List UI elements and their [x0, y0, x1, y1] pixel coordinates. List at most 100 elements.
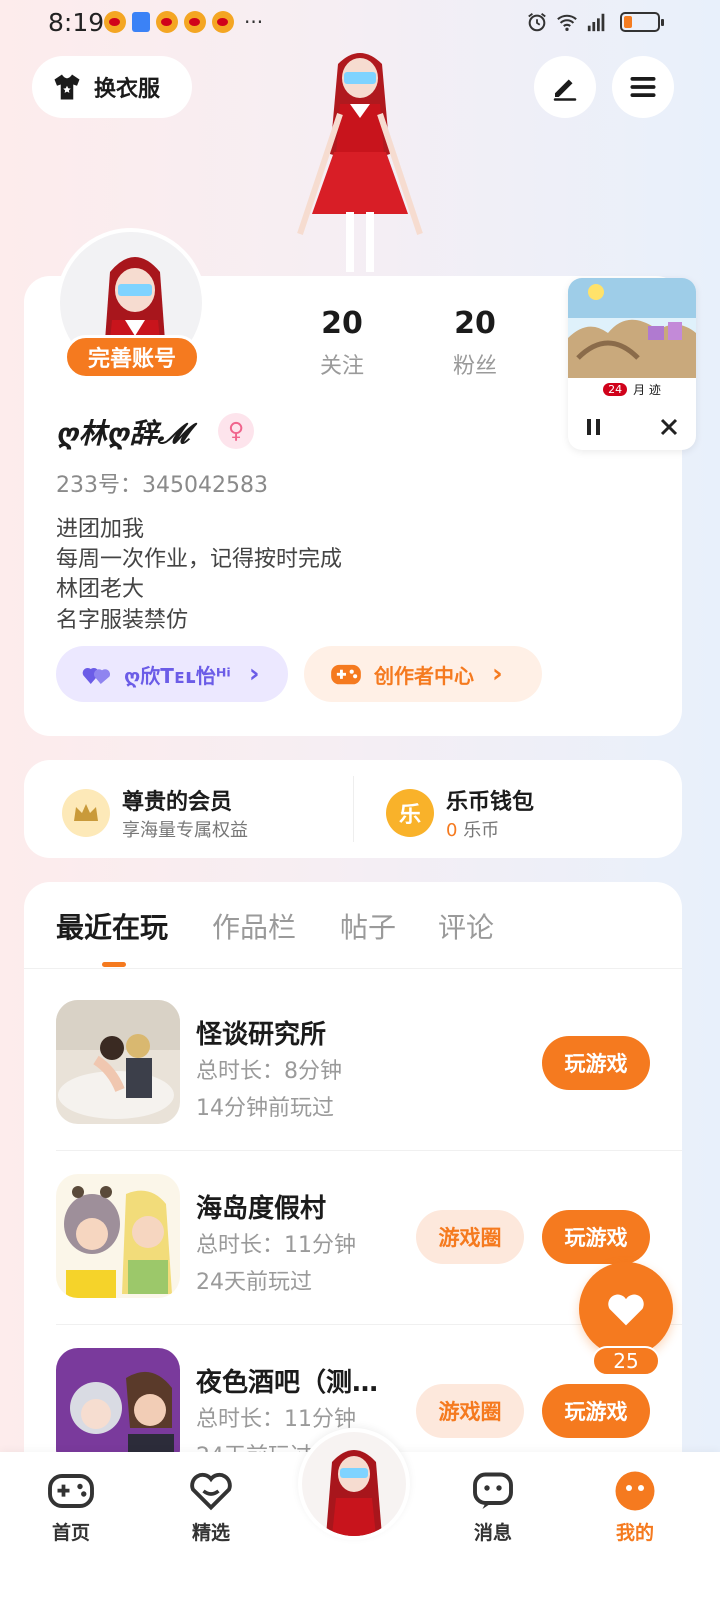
more-notifications-icon: ··· — [244, 10, 264, 34]
video-date-badge: 24 — [603, 382, 628, 396]
edit-profile-button[interactable] — [534, 56, 596, 118]
game-duration: 总时长：11分钟 — [196, 1407, 356, 1432]
battery-icon — [620, 12, 664, 32]
nav-home[interactable]: 首页 — [26, 1470, 116, 1545]
game-circle-button[interactable]: 游戏圈 — [416, 1210, 524, 1264]
active-tab-indicator — [102, 962, 126, 967]
nav-messages[interactable]: 消息 — [448, 1470, 538, 1545]
pencil-icon — [553, 79, 577, 101]
friend-link-label: ღ欣Tᴇʟ怡ᴴⁱ — [124, 663, 231, 688]
close-icon — [660, 418, 678, 436]
user-id[interactable]: 233号：345042583 — [56, 467, 268, 499]
wallet-title: 乐币钱包 — [446, 790, 535, 815]
chat-icon — [473, 1472, 513, 1509]
game-last-played: 24天前玩过 — [196, 1270, 312, 1295]
pause-icon — [587, 419, 600, 435]
nav-mine[interactable]: 我的 — [590, 1470, 680, 1545]
hamburger-icon — [630, 77, 656, 97]
coin-icon: 乐 — [386, 789, 434, 837]
bio-line: 名字服装禁仿 — [56, 608, 189, 633]
game-title[interactable]: 海岛度假村 — [196, 1188, 326, 1225]
avatar-character[interactable] — [280, 44, 440, 276]
status-bar: 8:19 ··· — [0, 0, 720, 46]
gamepad-icon — [48, 1474, 94, 1508]
game-thumbnail[interactable] — [56, 1000, 180, 1124]
alarm-icon — [528, 13, 546, 32]
nav-featured-label: 精选 — [191, 1522, 230, 1544]
shirt-icon — [54, 74, 80, 100]
play-game-button[interactable]: 玩游戏 — [542, 1384, 650, 1438]
gamepad-icon — [331, 664, 361, 685]
play-game-button[interactable]: 玩游戏 — [542, 1210, 650, 1264]
fans-count[interactable]: 20 — [425, 306, 525, 341]
chevron-right-icon: › — [492, 659, 503, 689]
face-icon — [615, 1471, 655, 1511]
double-heart-icon — [82, 667, 111, 684]
calendar-icon — [132, 12, 150, 32]
following-label[interactable]: 关注 — [292, 348, 392, 380]
tab-works[interactable]: 作品栏 — [212, 906, 296, 946]
weibo-icon — [184, 11, 206, 33]
chevron-right-icon: › — [248, 659, 260, 689]
wallet-unit: 乐币 — [463, 820, 500, 841]
weibo-icon — [104, 11, 126, 33]
following-count[interactable]: 20 — [292, 306, 392, 341]
pause-button[interactable] — [584, 416, 604, 442]
video-thumbnail — [568, 278, 696, 378]
nickname: ღ林ღ辞𝓜 — [56, 417, 189, 450]
wallet-entry[interactable]: 乐 乐币钱包 0 乐币 — [386, 784, 534, 842]
change-outfit-label: 换衣服 — [94, 77, 161, 102]
female-gender-icon: ♀ — [218, 413, 254, 449]
notification-icons: ··· — [104, 11, 263, 33]
game-duration: 总时长：11分钟 — [196, 1233, 356, 1258]
nav-featured[interactable]: 精选 — [166, 1470, 256, 1545]
heart-icon — [608, 1294, 644, 1326]
game-duration: 总时长：8分钟 — [196, 1059, 342, 1084]
close-player-button[interactable] — [658, 416, 680, 442]
bio-line: 进团加我 — [56, 517, 145, 542]
wifi-icon — [557, 14, 577, 31]
system-icons — [526, 11, 608, 33]
nav-mine-label: 我的 — [615, 1522, 654, 1544]
game-circle-button[interactable]: 游戏圈 — [416, 1384, 524, 1438]
video-title: 月 迹 — [633, 382, 661, 397]
heart-outline-icon — [190, 1472, 232, 1511]
weibo-icon — [156, 11, 178, 33]
nav-avatar-button[interactable] — [298, 1428, 410, 1540]
complete-account-badge[interactable]: 完善账号 — [64, 335, 200, 379]
signal-icon — [587, 13, 605, 32]
vip-entry[interactable]: 尊贵的会员 享海量专属权益 — [62, 784, 248, 842]
vip-subtitle: 享海量专属权益 — [122, 820, 248, 841]
menu-button[interactable] — [612, 56, 674, 118]
like-button[interactable] — [579, 1262, 673, 1356]
game-title[interactable]: 怪谈研究所 — [196, 1014, 326, 1051]
avatar-image — [302, 1432, 406, 1536]
nav-home-label: 首页 — [51, 1522, 90, 1544]
vip-title: 尊贵的会员 — [122, 790, 233, 815]
divider — [24, 968, 682, 969]
crown-icon — [62, 789, 110, 837]
creator-center-label: 创作者中心 — [374, 663, 474, 688]
bio-line: 林团老大 — [56, 577, 145, 602]
play-game-button[interactable]: 玩游戏 — [542, 1036, 650, 1090]
wallet-amount: 0 — [446, 820, 458, 841]
game-title[interactable]: 夜色酒吧（测… — [196, 1362, 378, 1399]
game-thumbnail[interactable] — [56, 1174, 180, 1298]
divider — [56, 1150, 682, 1151]
nav-messages-label: 消息 — [473, 1522, 512, 1544]
video-caption: 24 月 迹 — [568, 378, 696, 400]
tab-posts[interactable]: 帖子 — [340, 906, 396, 946]
like-count: 25 — [592, 1346, 660, 1376]
bio-line: 每周一次作业，记得按时完成 — [56, 547, 343, 572]
status-time: 8:19 — [48, 8, 105, 37]
friend-link-button[interactable]: ღ欣Tᴇʟ怡ᴴⁱ › — [56, 646, 288, 702]
mini-video-player[interactable]: 24 月 迹 — [568, 278, 696, 450]
creator-center-button[interactable]: 创作者中心 › — [304, 646, 542, 702]
divider — [353, 776, 354, 842]
weibo-icon — [212, 11, 234, 33]
fans-label[interactable]: 粉丝 — [425, 348, 525, 380]
change-outfit-button[interactable]: 换衣服 — [32, 56, 192, 118]
tab-comments[interactable]: 评论 — [438, 906, 494, 946]
game-last-played: 14分钟前玩过 — [196, 1096, 334, 1121]
tab-recently-played[interactable]: 最近在玩 — [56, 906, 168, 946]
